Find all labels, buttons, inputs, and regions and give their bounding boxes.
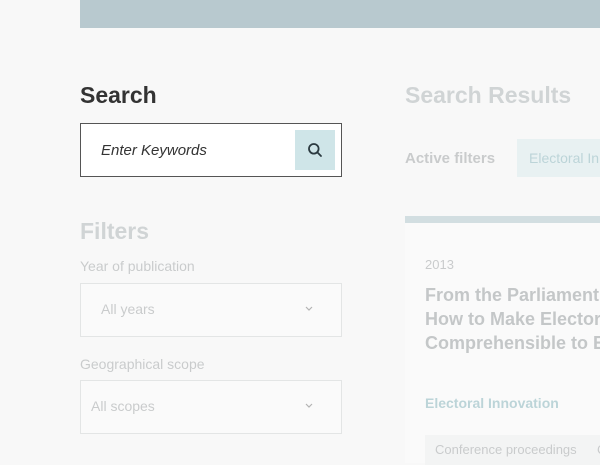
search-icon [308, 143, 322, 157]
result-tag[interactable]: C [587, 435, 600, 465]
search-heading: Search [80, 82, 157, 108]
year-filter-label: Year of publication [80, 258, 195, 274]
search-input[interactable] [81, 124, 291, 176]
chevron-down-icon [305, 306, 313, 311]
top-banner [80, 0, 600, 28]
results-heading: Search Results [405, 82, 572, 108]
scope-select[interactable]: All scopes [80, 380, 342, 434]
result-year: 2013 [425, 257, 454, 272]
result-title[interactable]: From the Parliament How to Make Electora… [425, 283, 600, 355]
search-button[interactable] [295, 130, 335, 170]
year-select-value: All years [101, 301, 155, 317]
chevron-down-icon [305, 403, 313, 408]
filters-heading: Filters [80, 218, 150, 244]
result-category[interactable]: Electoral Innovation [425, 395, 559, 411]
search-box [80, 123, 342, 177]
result-tag[interactable]: Conference proceedings [425, 435, 587, 465]
scope-select-value: All scopes [91, 398, 155, 414]
scope-filter-label: Geographical scope [80, 356, 205, 372]
result-card[interactable]: 2013 From the Parliament How to Make Ele… [405, 216, 600, 465]
year-select[interactable]: All years [80, 283, 342, 337]
active-filter-chip[interactable]: Electoral In [517, 139, 600, 177]
active-filters-label: Active filters [405, 150, 496, 167]
